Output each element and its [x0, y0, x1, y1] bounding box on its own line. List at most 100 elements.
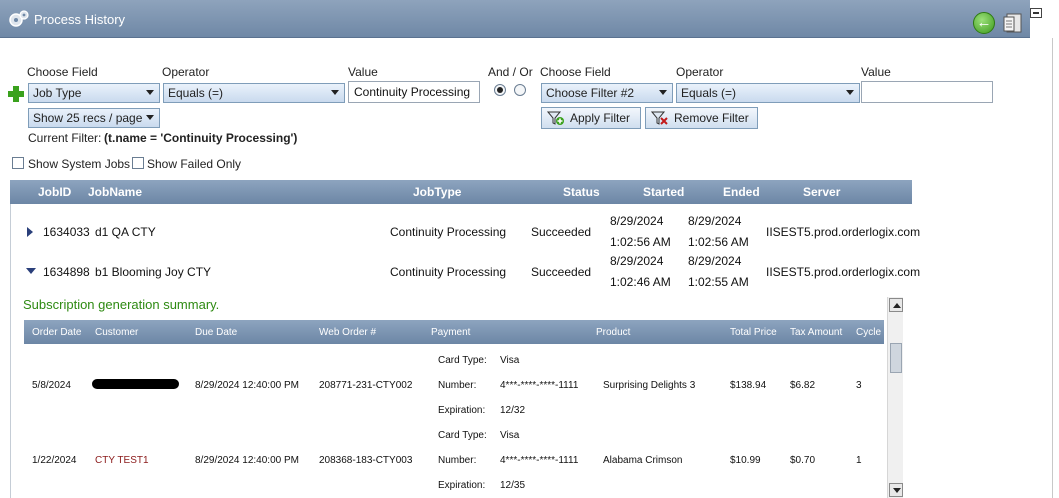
chevron-down-icon: [146, 90, 154, 95]
page-size-value: Show 25 recs / page: [33, 111, 143, 125]
job-started-time: 1:02:56 AM: [610, 235, 671, 249]
value-input[interactable]: Continuity Processing: [348, 81, 480, 103]
value-input-text: Continuity Processing: [354, 85, 471, 99]
web-order-number: 208771-231-CTY002: [319, 380, 413, 391]
operator-select[interactable]: Equals (=): [163, 83, 345, 103]
apply-filter-label: Apply Filter: [570, 111, 631, 125]
job-started-time: 1:02:46 AM: [610, 275, 671, 289]
expand-arrow-icon[interactable]: [27, 227, 33, 237]
remove-filter-icon: [651, 111, 668, 125]
col-header-server[interactable]: Server: [803, 185, 840, 199]
current-filter-value: (t.name = 'Continuity Processing'): [104, 131, 298, 145]
gears-icon: [9, 10, 29, 27]
col-header-due-date[interactable]: Due Date: [195, 327, 237, 338]
value-label: Value: [348, 65, 378, 79]
choose-field-label-2: Choose Field: [540, 65, 611, 79]
value-label-2: Value: [861, 65, 891, 79]
apply-filter-button[interactable]: Apply Filter: [541, 107, 641, 129]
expiration-label: Expiration:: [438, 480, 486, 491]
back-arrow-icon[interactable]: ←: [973, 12, 995, 34]
summary-scrollbar[interactable]: [887, 297, 903, 498]
choose-field-value: Job Type: [33, 86, 82, 100]
col-header-ended[interactable]: Ended: [723, 185, 760, 199]
redacted-customer: [92, 379, 179, 389]
choose-field-value-2: Choose Filter #2: [546, 86, 635, 100]
due-date: 8/29/2024 12:40:00 PM: [195, 455, 299, 466]
show-system-jobs-checkbox[interactable]: [12, 157, 24, 169]
col-header-total-price[interactable]: Total Price: [730, 327, 777, 338]
jobs-grid-header: JobID JobName JobType Status Started End…: [10, 180, 912, 204]
card-number: 4***-****-****-1111: [500, 380, 579, 391]
choose-field-label: Choose Field: [27, 65, 98, 79]
order-date: 1/22/2024: [32, 455, 77, 466]
col-header-order-date[interactable]: Order Date: [32, 327, 81, 338]
choose-field-select[interactable]: Job Type: [28, 83, 160, 103]
title-bar: Process History ←: [0, 0, 1030, 38]
total-price: $10.99: [730, 455, 761, 466]
card-type-value: Visa: [500, 355, 520, 366]
expiration-value: 12/32: [500, 405, 526, 416]
job-ended-time: 1:02:55 AM: [688, 275, 749, 289]
chevron-down-icon: [659, 90, 667, 95]
job-type: Continuity Processing: [390, 265, 507, 279]
scroll-up-arrow-icon[interactable]: [889, 298, 903, 312]
show-system-jobs-label: Show System Jobs: [28, 157, 131, 171]
job-status: Succeeded: [531, 225, 592, 239]
product: Alabama Crimson: [603, 455, 683, 466]
col-header-payment[interactable]: Payment: [431, 327, 470, 338]
card-type-label: Card Type:: [438, 355, 487, 366]
col-header-jobtype[interactable]: JobType: [413, 185, 461, 199]
operator-label-2: Operator: [676, 65, 724, 79]
job-ended-time: 1:02:56 AM: [688, 235, 749, 249]
panel-border: [1052, 38, 1053, 498]
col-header-status[interactable]: Status: [563, 185, 600, 199]
table-row[interactable]: 1634898 b1 Blooming Joy CTY Continuity P…: [11, 248, 920, 289]
remove-filter-button[interactable]: Remove Filter: [645, 107, 758, 129]
customer-link[interactable]: CTY TEST1: [95, 455, 149, 466]
job-name: b1 Blooming Joy CTY: [95, 265, 212, 279]
web-order-number: 208368-183-CTY003: [319, 455, 413, 466]
choose-field-select-2[interactable]: Choose Filter #2: [541, 83, 673, 103]
add-filter-plus-icon[interactable]: [8, 86, 24, 102]
remove-filter-label: Remove Filter: [674, 111, 749, 125]
col-header-jobid[interactable]: JobID: [38, 185, 71, 199]
tax-amount: $0.70: [790, 455, 816, 466]
job-started-date: 8/29/2024: [610, 254, 664, 268]
cycle: 3: [856, 380, 862, 391]
page-size-select[interactable]: Show 25 recs / page: [28, 108, 160, 128]
job-id: 1634898: [43, 265, 90, 279]
or-radio[interactable]: [514, 84, 526, 96]
window-title: Process History: [34, 12, 126, 27]
col-header-cycle[interactable]: Cycle: [856, 327, 881, 338]
and-radio[interactable]: [494, 84, 506, 96]
current-filter-label: Current Filter:: [28, 131, 102, 145]
col-header-product[interactable]: Product: [596, 327, 630, 338]
product: Surprising Delights 3: [603, 380, 696, 391]
show-failed-only-checkbox[interactable]: [132, 157, 144, 169]
cycle: 1: [856, 455, 862, 466]
col-header-customer[interactable]: Customer: [95, 327, 138, 338]
col-header-web-order[interactable]: Web Order #: [319, 327, 376, 338]
export-database-icon[interactable]: [1001, 11, 1025, 35]
operator-select-2[interactable]: Equals (=): [676, 83, 860, 103]
summary-table-header: Order Date Customer Due Date Web Order #…: [24, 320, 884, 344]
summary-table: Order Date Customer Due Date Web Order #…: [24, 320, 884, 498]
collapse-arrow-icon[interactable]: [26, 268, 36, 274]
value-input-2[interactable]: [861, 81, 993, 103]
card-number: 4***-****-****-1111: [500, 455, 579, 466]
expiration-value: 12/35: [500, 480, 526, 491]
table-row[interactable]: 1634033 d1 QA CTY Continuity Processing …: [11, 208, 920, 249]
job-server: IISEST5.prod.orderlogix.com: [766, 265, 921, 279]
scroll-down-arrow-icon[interactable]: [889, 483, 903, 497]
expiration-label: Expiration:: [438, 405, 486, 416]
job-status: Succeeded: [531, 265, 592, 279]
minimize-button[interactable]: [1030, 8, 1042, 18]
job-ended-date: 8/29/2024: [688, 214, 742, 228]
job-name: d1 QA CTY: [95, 225, 156, 239]
col-header-started[interactable]: Started: [643, 185, 684, 199]
order-date: 5/8/2024: [32, 380, 71, 391]
col-header-jobname[interactable]: JobName: [88, 185, 142, 199]
scroll-thumb[interactable]: [890, 343, 902, 373]
summary-title: Subscription generation summary.: [23, 297, 220, 312]
col-header-tax-amount[interactable]: Tax Amount: [790, 327, 842, 338]
